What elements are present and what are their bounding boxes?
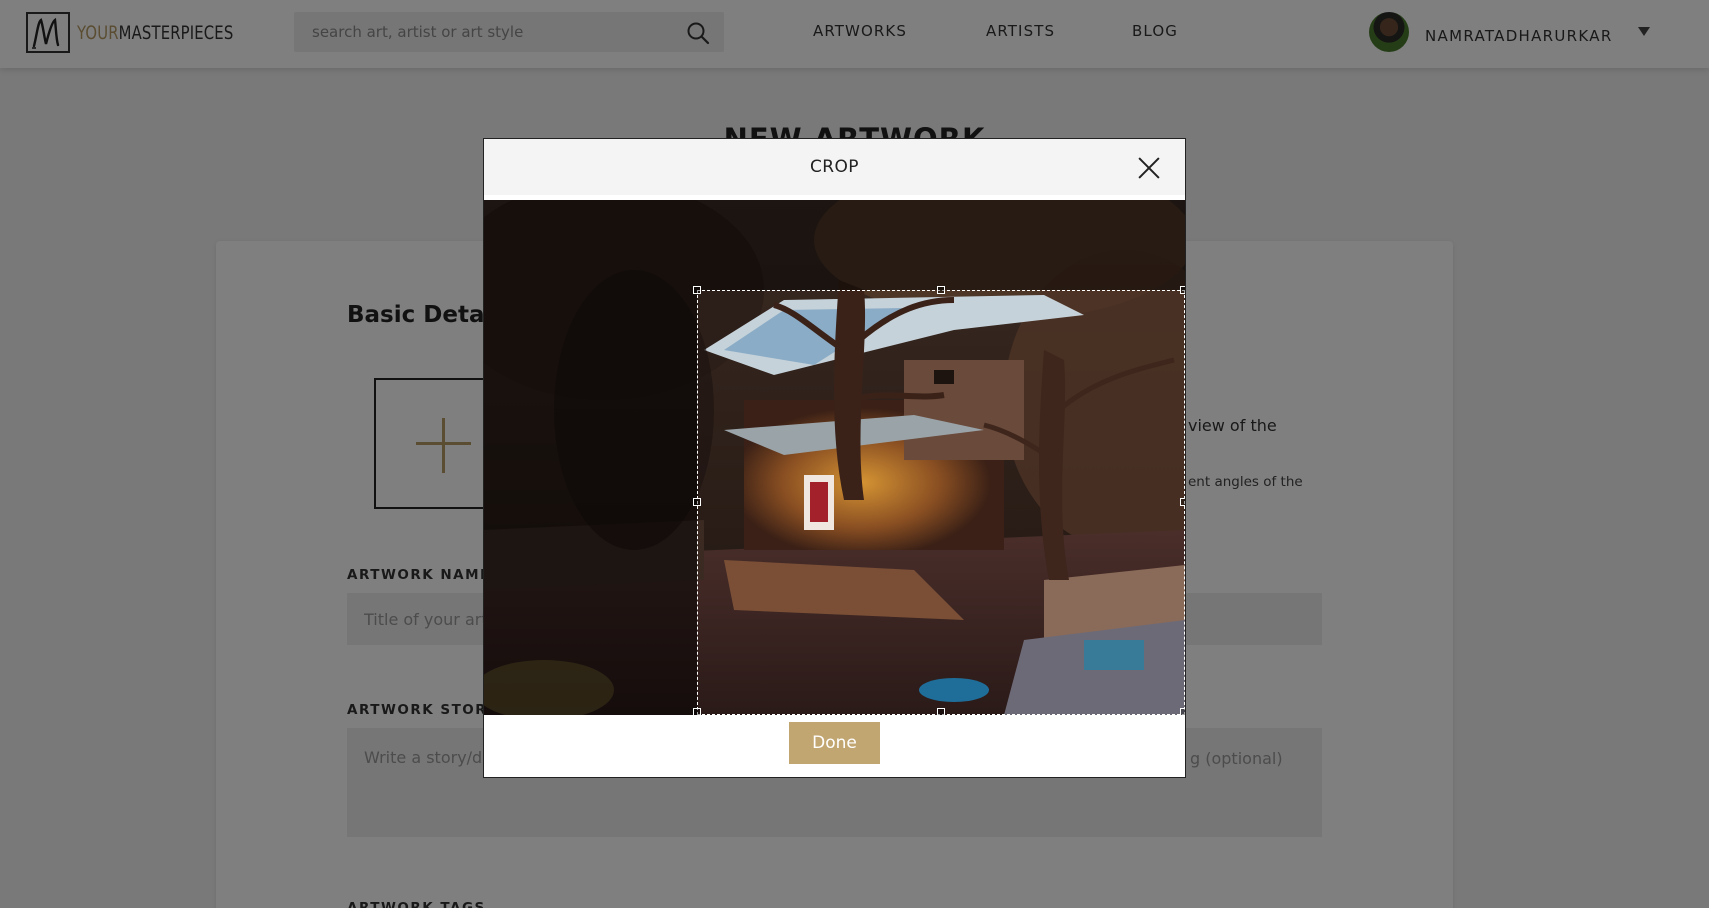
crop-handle-bottom[interactable] (937, 708, 945, 715)
crop-handle-top[interactable] (937, 286, 945, 294)
done-button[interactable]: Done (789, 722, 880, 764)
modal-header: CROP (484, 139, 1185, 195)
crop-handle-right[interactable] (1180, 498, 1185, 506)
crop-handle-bottom-left[interactable] (693, 708, 701, 715)
crop-shade-left (484, 200, 697, 715)
crop-shade-top (697, 200, 1185, 290)
crop-handle-top-left[interactable] (693, 286, 701, 294)
crop-handle-bottom-right[interactable] (1180, 708, 1185, 715)
close-icon[interactable] (1136, 155, 1162, 181)
crop-image-area[interactable] (484, 200, 1185, 715)
crop-handle-left[interactable] (693, 498, 701, 506)
crop-handle-top-right[interactable] (1180, 286, 1185, 294)
modal-title: CROP (810, 157, 859, 177)
crop-selection[interactable] (693, 286, 1185, 715)
crop-modal: CROP Done (483, 138, 1186, 778)
